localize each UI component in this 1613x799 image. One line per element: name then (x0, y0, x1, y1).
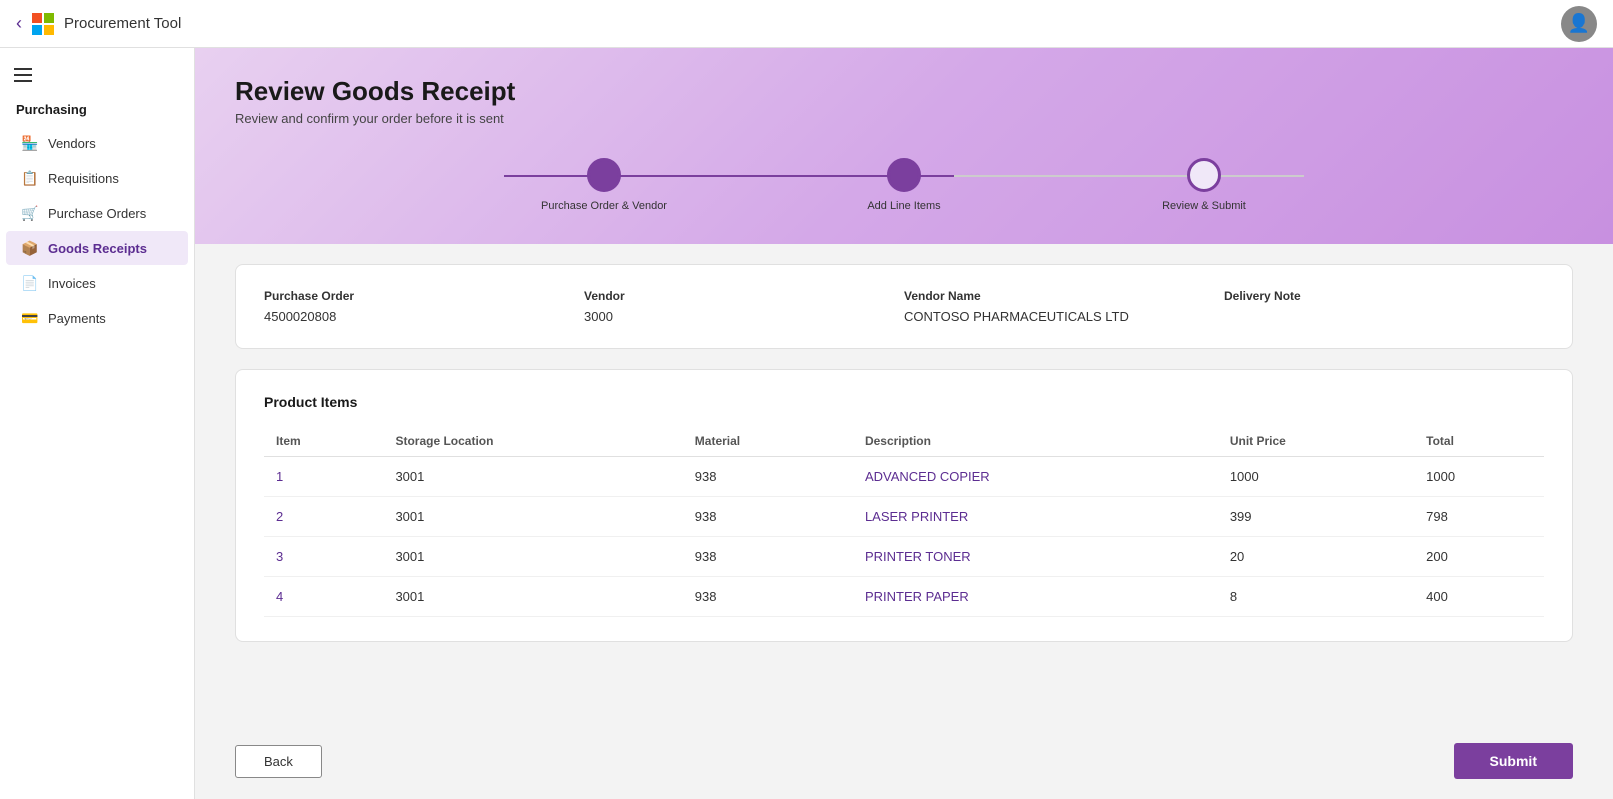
po-label: Purchase Order (264, 289, 584, 303)
vendor-name-value: CONTOSO PHARMACEUTICALS LTD (904, 309, 1224, 324)
step-1-label: Purchase Order & Vendor (541, 200, 667, 212)
cell-item-0: 1 (264, 457, 383, 497)
cell-storage-2: 3001 (383, 537, 682, 577)
cell-unit-price-0: 1000 (1218, 457, 1414, 497)
step-1: Purchase Order & Vendor (454, 158, 754, 212)
sidebar-item-requisitions-label: Requisitions (48, 171, 119, 186)
sidebar-item-vendors[interactable]: 🏪 Vendors (6, 126, 188, 160)
vendor-name-col: Vendor Name CONTOSO PHARMACEUTICALS LTD (904, 289, 1224, 324)
vendor-label: Vendor (584, 289, 904, 303)
col-unit-price: Unit Price (1218, 426, 1414, 457)
cell-unit-price-1: 399 (1218, 497, 1414, 537)
page-subtitle: Review and confirm your order before it … (235, 111, 1573, 126)
vendor-col: Vendor 3000 (584, 289, 904, 324)
table-row: 3 3001 938 PRINTER TONER 20 200 (264, 537, 1544, 577)
col-description: Description (853, 426, 1218, 457)
table-header: Item Storage Location Material Descripti… (264, 426, 1544, 457)
main-content: Review Goods Receipt Review and confirm … (195, 48, 1613, 799)
sidebar-item-purchase-orders[interactable]: 🛒 Purchase Orders (6, 196, 188, 230)
vendor-value: 3000 (584, 309, 904, 324)
product-items-title: Product Items (264, 394, 1544, 410)
step-3: Review & Submit (1054, 158, 1354, 212)
po-value: 4500020808 (264, 309, 584, 324)
step-2-circle (887, 158, 921, 192)
cell-material-0: 938 (683, 457, 853, 497)
topbar: ‹ Procurement Tool 👤 (0, 0, 1613, 48)
hamburger-menu[interactable] (10, 64, 186, 86)
step-3-label: Review & Submit (1162, 200, 1246, 212)
cell-item-1: 2 (264, 497, 383, 537)
back-button[interactable]: Back (235, 745, 322, 778)
cell-material-3: 938 (683, 577, 853, 617)
requisitions-icon: 📋 (22, 170, 38, 186)
sidebar-item-payments[interactable]: 💳 Payments (6, 301, 188, 335)
microsoft-logo (32, 13, 54, 35)
cell-item-2: 3 (264, 537, 383, 577)
table-row: 4 3001 938 PRINTER PAPER 8 400 (264, 577, 1544, 617)
po-info-row: Purchase Order 4500020808 Vendor 3000 Ve… (264, 289, 1544, 324)
delivery-note-col: Delivery Note (1224, 289, 1544, 324)
po-col: Purchase Order 4500020808 (264, 289, 584, 324)
delivery-note-label: Delivery Note (1224, 289, 1544, 303)
sidebar-item-requisitions[interactable]: 📋 Requisitions (6, 161, 188, 195)
cell-description-1: LASER PRINTER (853, 497, 1218, 537)
sidebar-item-invoices[interactable]: 📄 Invoices (6, 266, 188, 300)
stepper: Purchase Order & Vendor Add Line Items R… (454, 158, 1354, 212)
sidebar-item-goods-receipts[interactable]: 📦 Goods Receipts (6, 231, 188, 265)
back-nav-button[interactable]: ‹ (16, 13, 22, 34)
product-items-table: Item Storage Location Material Descripti… (264, 426, 1544, 617)
page-title: Review Goods Receipt (235, 76, 1573, 107)
col-storage: Storage Location (383, 426, 682, 457)
cell-total-1: 798 (1414, 497, 1544, 537)
app-title: Procurement Tool (64, 15, 181, 32)
product-items-card: Product Items Item Storage Location Mate… (235, 369, 1573, 642)
cell-unit-price-3: 8 (1218, 577, 1414, 617)
cell-description-0: ADVANCED COPIER (853, 457, 1218, 497)
col-material: Material (683, 426, 853, 457)
cell-material-2: 938 (683, 537, 853, 577)
col-total: Total (1414, 426, 1544, 457)
goods-receipts-icon: 📦 (22, 240, 38, 256)
sidebar: Purchasing 🏪 Vendors 📋 Requisitions 🛒 Pu… (0, 48, 195, 799)
table-body: 1 3001 938 ADVANCED COPIER 1000 1000 2 3… (264, 457, 1544, 617)
submit-button[interactable]: Submit (1454, 743, 1573, 779)
footer-actions: Back Submit (195, 727, 1613, 799)
cell-total-3: 400 (1414, 577, 1544, 617)
sidebar-item-goods-receipts-label: Goods Receipts (48, 241, 147, 256)
card-area: Purchase Order 4500020808 Vendor 3000 Ve… (195, 244, 1613, 727)
col-item: Item (264, 426, 383, 457)
cell-description-3: PRINTER PAPER (853, 577, 1218, 617)
sidebar-item-vendors-label: Vendors (48, 136, 96, 151)
step-3-circle (1187, 158, 1221, 192)
cell-total-0: 1000 (1414, 457, 1544, 497)
cell-storage-1: 3001 (383, 497, 682, 537)
cell-material-1: 938 (683, 497, 853, 537)
step-2-label: Add Line Items (867, 200, 940, 212)
sidebar-item-payments-label: Payments (48, 311, 106, 326)
cell-storage-0: 3001 (383, 457, 682, 497)
sidebar-item-purchase-orders-label: Purchase Orders (48, 206, 146, 221)
user-avatar[interactable]: 👤 (1561, 6, 1597, 42)
sidebar-section-title: Purchasing (0, 94, 194, 125)
order-info-card: Purchase Order 4500020808 Vendor 3000 Ve… (235, 264, 1573, 349)
step-2: Add Line Items (754, 158, 1054, 212)
sidebar-item-invoices-label: Invoices (48, 276, 96, 291)
cell-total-2: 200 (1414, 537, 1544, 577)
page-header: Review Goods Receipt Review and confirm … (195, 48, 1613, 244)
cell-unit-price-2: 20 (1218, 537, 1414, 577)
purchase-orders-icon: 🛒 (22, 205, 38, 221)
payments-icon: 💳 (22, 310, 38, 326)
cell-description-2: PRINTER TONER (853, 537, 1218, 577)
invoices-icon: 📄 (22, 275, 38, 291)
table-row: 2 3001 938 LASER PRINTER 399 798 (264, 497, 1544, 537)
vendor-name-label: Vendor Name (904, 289, 1224, 303)
cell-storage-3: 3001 (383, 577, 682, 617)
table-row: 1 3001 938 ADVANCED COPIER 1000 1000 (264, 457, 1544, 497)
step-1-circle (587, 158, 621, 192)
vendors-icon: 🏪 (22, 135, 38, 151)
cell-item-3: 4 (264, 577, 383, 617)
